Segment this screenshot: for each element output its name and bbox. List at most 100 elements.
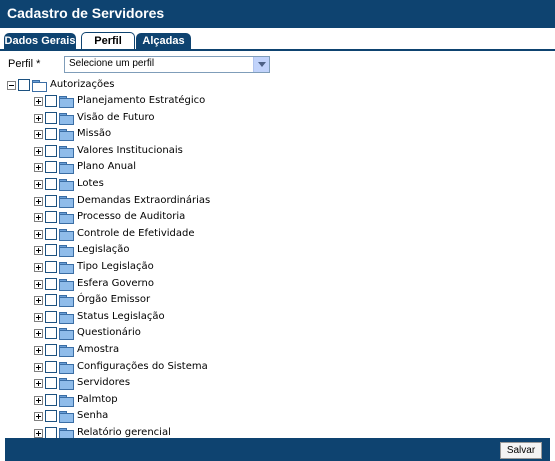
tab-perfil[interactable]: Perfil (81, 32, 135, 50)
expand-icon[interactable] (34, 130, 43, 139)
tree-item-label[interactable]: Amostra (77, 343, 119, 357)
tree-item-checkbox[interactable] (45, 195, 57, 207)
expand-icon[interactable] (34, 296, 43, 305)
tree-item-checkbox[interactable] (45, 261, 57, 273)
tree-item-checkbox[interactable] (45, 361, 57, 373)
perfil-label: Perfil * (8, 58, 41, 70)
tree-item-label[interactable]: Palmtop (77, 393, 118, 407)
folder-icon (59, 345, 74, 357)
tree-item-checkbox[interactable] (45, 327, 57, 339)
tree-item-label[interactable]: Senha (77, 409, 108, 423)
tree-item-label[interactable]: Controle de Efetividade (77, 227, 195, 241)
tree-item-checkbox[interactable] (45, 145, 57, 157)
folder-icon (59, 378, 74, 390)
expand-icon[interactable] (34, 97, 43, 106)
folder-icon (59, 113, 74, 125)
tree-item-checkbox[interactable] (45, 244, 57, 256)
tree-item-label[interactable]: Legislação (77, 243, 130, 257)
folder-icon (59, 96, 74, 108)
folder-icon (59, 129, 74, 141)
folder-icon (59, 229, 74, 241)
footer-bar: Salvar (5, 438, 550, 461)
tree-item-checkbox[interactable] (45, 178, 57, 190)
tree-item-checkbox[interactable] (45, 410, 57, 422)
chevron-down-icon[interactable] (253, 57, 269, 72)
folder-icon (59, 428, 74, 440)
expand-icon[interactable] (34, 246, 43, 255)
expand-icon[interactable] (34, 329, 43, 338)
tree-item-label[interactable]: Processo de Auditoria (77, 210, 185, 224)
tree-item-label[interactable]: Valores Institucionais (77, 144, 183, 158)
expand-icon[interactable] (34, 147, 43, 156)
expand-icon[interactable] (34, 180, 43, 189)
tree-item-label[interactable]: Órgão Emissor (77, 293, 150, 307)
tree-item-checkbox[interactable] (45, 112, 57, 124)
window-title-bar: Cadastro de Servidores (0, 0, 555, 28)
page-title: Cadastro de Servidores (7, 5, 165, 21)
folder-icon (59, 196, 74, 208)
collapse-icon[interactable] (7, 81, 16, 90)
tree-item-label[interactable]: Questionário (77, 326, 141, 340)
expand-icon[interactable] (34, 363, 43, 372)
expand-icon[interactable] (34, 429, 43, 438)
folder-icon (59, 362, 74, 374)
tree-item-checkbox[interactable] (45, 211, 57, 223)
tab-dados-gerais[interactable]: Dados Gerais (4, 33, 76, 50)
expand-icon[interactable] (34, 114, 43, 123)
tree-item-label[interactable]: Plano Anual (77, 160, 136, 174)
expand-icon[interactable] (34, 230, 43, 239)
tree-item-label[interactable]: Demandas Extraordinárias (77, 194, 210, 208)
folder-icon (59, 179, 74, 191)
save-button[interactable]: Salvar (500, 442, 542, 459)
tree-item-label[interactable]: Servidores (77, 376, 130, 390)
tree-item-label[interactable]: Lotes (77, 177, 104, 191)
tree-root-label: Autorizações (50, 79, 115, 90)
root-checkbox[interactable] (18, 79, 30, 91)
tree-item-label[interactable]: Planejamento Estratégico (77, 94, 205, 108)
perfil-select-value: Selecione um perfil (69, 58, 155, 69)
expand-icon[interactable] (34, 346, 43, 355)
expand-icon[interactable] (34, 396, 43, 405)
expand-icon[interactable] (34, 280, 43, 289)
tab-alcadas[interactable]: Alçadas (136, 33, 191, 50)
tree-item-checkbox[interactable] (45, 394, 57, 406)
tree-item-label[interactable]: Missão (77, 127, 111, 141)
tree-item-label[interactable]: Configurações do Sistema (77, 360, 208, 374)
tree-item-label[interactable]: Status Legislação (77, 310, 165, 324)
expand-icon[interactable] (34, 163, 43, 172)
folder-icon (59, 212, 74, 224)
tree-item-label[interactable]: Esfera Governo (77, 277, 154, 291)
folder-icon (59, 262, 74, 274)
tree-item-checkbox[interactable] (45, 294, 57, 306)
perfil-row: Perfil * Selecione um perfil (8, 56, 548, 74)
folder-icon (59, 295, 74, 307)
expand-icon[interactable] (34, 263, 43, 272)
tab-underline (0, 49, 555, 51)
folder-icon (59, 328, 74, 340)
expand-icon[interactable] (34, 379, 43, 388)
expand-icon[interactable] (34, 412, 43, 421)
tree-item-checkbox[interactable] (45, 311, 57, 323)
tree-item-label[interactable]: Visão de Futuro (77, 111, 155, 125)
tab-strip: Dados Gerais Perfil Alçadas (0, 28, 555, 50)
perfil-select[interactable]: Selecione um perfil (64, 56, 270, 73)
folder-icon (59, 162, 74, 174)
tree-item-checkbox[interactable] (45, 278, 57, 290)
folder-icon (59, 395, 74, 407)
tree-item-checkbox[interactable] (45, 128, 57, 140)
folder-icon (59, 411, 74, 423)
tree-item-checkbox[interactable] (45, 161, 57, 173)
expand-icon[interactable] (34, 197, 43, 206)
tree-item-checkbox[interactable] (45, 228, 57, 240)
expand-icon[interactable] (34, 313, 43, 322)
folder-open-icon (32, 80, 47, 92)
folder-icon (59, 312, 74, 324)
folder-icon (59, 245, 74, 257)
folder-icon (59, 279, 74, 291)
tree-item-checkbox[interactable] (45, 377, 57, 389)
tree-item-checkbox[interactable] (45, 95, 57, 107)
expand-icon[interactable] (34, 213, 43, 222)
tree-item-checkbox[interactable] (45, 344, 57, 356)
tree-item-label[interactable]: Tipo Legislação (77, 260, 154, 274)
folder-icon (59, 146, 74, 158)
